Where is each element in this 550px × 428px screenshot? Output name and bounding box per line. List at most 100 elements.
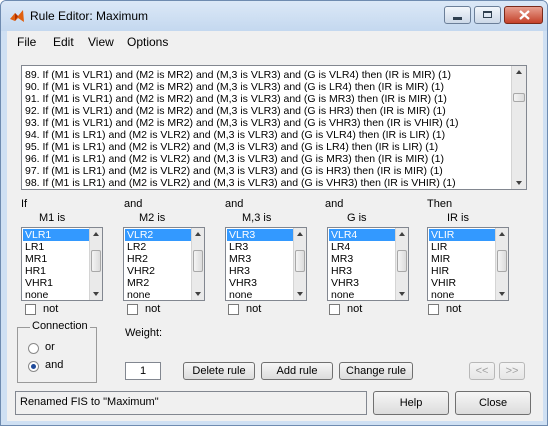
scroll-thumb[interactable] bbox=[513, 93, 525, 102]
list-item[interactable]: VLR2 bbox=[125, 229, 191, 241]
change-rule-button[interactable]: Change rule bbox=[339, 362, 413, 380]
list-item[interactable]: VHR3 bbox=[329, 277, 395, 289]
list-item[interactable]: VLR1 bbox=[23, 229, 89, 241]
list-item[interactable]: none bbox=[23, 289, 89, 300]
scroll-up-icon[interactable] bbox=[499, 232, 505, 236]
list-item[interactable]: MR3 bbox=[329, 253, 395, 265]
scroll-down-icon[interactable] bbox=[499, 292, 505, 296]
scroll-thumb[interactable] bbox=[91, 250, 101, 272]
window-close-button[interactable] bbox=[504, 6, 543, 24]
list-item[interactable]: HIR bbox=[429, 265, 495, 277]
rule-item[interactable]: 97. If (M1 is LR1) and (M2 is VLR2) and … bbox=[25, 165, 443, 177]
and-radio[interactable] bbox=[28, 361, 39, 372]
list-item[interactable]: HR1 bbox=[23, 265, 89, 277]
delete-rule-button[interactable]: Delete rule bbox=[183, 362, 255, 380]
title-bar[interactable]: Rule Editor: Maximum bbox=[1, 1, 547, 31]
list-item[interactable]: VLR3 bbox=[227, 229, 293, 241]
maximize-button[interactable] bbox=[474, 6, 501, 24]
minimize-button[interactable] bbox=[444, 6, 471, 24]
list-item[interactable]: MIR bbox=[429, 253, 495, 265]
checkbox-box[interactable] bbox=[25, 304, 36, 315]
menu-edit[interactable]: Edit bbox=[53, 35, 74, 49]
rule-item[interactable]: 93. If (M1 is VLR1) and (M2 is MR2) and … bbox=[25, 117, 459, 129]
m3-listbox-scrollbar[interactable] bbox=[293, 228, 306, 300]
not-label: not bbox=[246, 303, 262, 315]
list-item[interactable]: VHR1 bbox=[23, 277, 89, 289]
rule-item[interactable]: 92. If (M1 is VLR1) and (M2 is MR2) and … bbox=[25, 105, 446, 117]
list-item[interactable]: VHIR bbox=[429, 277, 495, 289]
list-item[interactable]: VLIR bbox=[429, 229, 495, 241]
list-item[interactable]: none bbox=[227, 289, 293, 300]
scroll-down-icon[interactable] bbox=[399, 292, 405, 296]
rule-item[interactable]: 98. If (M1 is LR1) and (M2 is VLR2) and … bbox=[25, 177, 456, 189]
rule-list-scrollbar[interactable] bbox=[511, 66, 526, 189]
rule-item[interactable]: 95. If (M1 is LR1) and (M2 is VLR2) and … bbox=[25, 141, 438, 153]
scroll-up-icon[interactable] bbox=[195, 232, 201, 236]
ir-listbox[interactable]: VLIR LIR MIR HIR VHIR none bbox=[427, 227, 509, 301]
ir-listbox-scrollbar[interactable] bbox=[495, 228, 508, 300]
add-rule-button[interactable]: Add rule bbox=[261, 362, 333, 380]
m1-listbox-scrollbar[interactable] bbox=[89, 228, 102, 300]
scroll-up-icon[interactable] bbox=[297, 232, 303, 236]
g-listbox-scrollbar[interactable] bbox=[395, 228, 408, 300]
status-message: Renamed FIS to "Maximum" bbox=[15, 391, 367, 415]
scroll-down-icon[interactable] bbox=[297, 292, 303, 296]
m3-listbox[interactable]: VLR3 LR3 MR3 HR3 VHR3 none bbox=[225, 227, 307, 301]
list-item[interactable]: LR3 bbox=[227, 241, 293, 253]
rule-editor-window: Rule Editor: Maximum File Edit View Opti… bbox=[0, 0, 548, 426]
list-item[interactable]: LR2 bbox=[125, 241, 191, 253]
scroll-up-icon[interactable] bbox=[516, 70, 522, 74]
checkbox-box[interactable] bbox=[428, 304, 439, 315]
list-item[interactable]: MR3 bbox=[227, 253, 293, 265]
rule-item[interactable]: 91. If (M1 is VLR1) and (M2 is MR2) and … bbox=[25, 93, 447, 105]
bottom-bar: Renamed FIS to "Maximum" Help Close bbox=[7, 387, 543, 421]
or-radio[interactable] bbox=[28, 343, 39, 354]
scroll-thumb[interactable] bbox=[397, 250, 407, 272]
menu-options[interactable]: Options bbox=[127, 35, 168, 49]
list-item[interactable]: VHR3 bbox=[227, 277, 293, 289]
checkbox-box[interactable] bbox=[329, 304, 340, 315]
list-item[interactable]: LR1 bbox=[23, 241, 89, 253]
rule-list[interactable]: 89. If (M1 is VLR1) and (M2 is MR2) and … bbox=[21, 65, 527, 190]
scroll-thumb[interactable] bbox=[193, 250, 203, 272]
scroll-down-icon[interactable] bbox=[195, 292, 201, 296]
m2-listbox-scrollbar[interactable] bbox=[191, 228, 204, 300]
list-item[interactable]: none bbox=[329, 289, 395, 300]
g-listbox[interactable]: VLR4 LR4 MR3 HR3 VHR3 none bbox=[327, 227, 409, 301]
weight-input[interactable]: 1 bbox=[125, 362, 161, 380]
next-button[interactable]: >> bbox=[499, 362, 525, 380]
rule-item[interactable]: 96. If (M1 is LR1) and (M2 is VLR2) and … bbox=[25, 153, 444, 165]
scroll-up-icon[interactable] bbox=[93, 232, 99, 236]
list-item[interactable]: VHR2 bbox=[125, 265, 191, 277]
rule-item[interactable]: 94. If (M1 is LR1) and (M2 is VLR2) and … bbox=[25, 129, 445, 141]
scroll-up-icon[interactable] bbox=[399, 232, 405, 236]
scroll-thumb[interactable] bbox=[497, 250, 507, 272]
list-item[interactable]: VLR4 bbox=[329, 229, 395, 241]
list-item[interactable]: none bbox=[429, 289, 495, 300]
help-button[interactable]: Help bbox=[373, 391, 449, 415]
checkbox-box[interactable] bbox=[228, 304, 239, 315]
list-item[interactable]: HR3 bbox=[227, 265, 293, 277]
menu-view[interactable]: View bbox=[88, 35, 114, 49]
list-item[interactable]: HR2 bbox=[125, 253, 191, 265]
list-item[interactable]: LIR bbox=[429, 241, 495, 253]
and-label[interactable]: and bbox=[45, 359, 63, 371]
scroll-thumb[interactable] bbox=[295, 250, 305, 272]
scroll-down-icon[interactable] bbox=[93, 292, 99, 296]
list-item[interactable]: MR2 bbox=[125, 277, 191, 289]
previous-button[interactable]: << bbox=[469, 362, 495, 380]
list-item[interactable]: HR3 bbox=[329, 265, 395, 277]
list-item[interactable]: MR1 bbox=[23, 253, 89, 265]
m1-listbox[interactable]: VLR1 LR1 MR1 HR1 VHR1 none bbox=[21, 227, 103, 301]
close-button[interactable]: Close bbox=[455, 391, 531, 415]
list-item[interactable]: none bbox=[125, 289, 191, 300]
m2-listbox[interactable]: VLR2 LR2 HR2 VHR2 MR2 none bbox=[123, 227, 205, 301]
checkbox-box[interactable] bbox=[127, 304, 138, 315]
or-label[interactable]: or bbox=[45, 341, 55, 353]
not-label: not bbox=[446, 303, 462, 315]
rule-item[interactable]: 90. If (M1 is VLR1) and (M2 is MR2) and … bbox=[25, 81, 444, 93]
list-item[interactable]: LR4 bbox=[329, 241, 395, 253]
scroll-down-icon[interactable] bbox=[516, 181, 522, 185]
rule-item[interactable]: 89. If (M1 is VLR1) and (M2 is MR2) and … bbox=[25, 69, 451, 81]
menu-file[interactable]: File bbox=[17, 35, 36, 49]
